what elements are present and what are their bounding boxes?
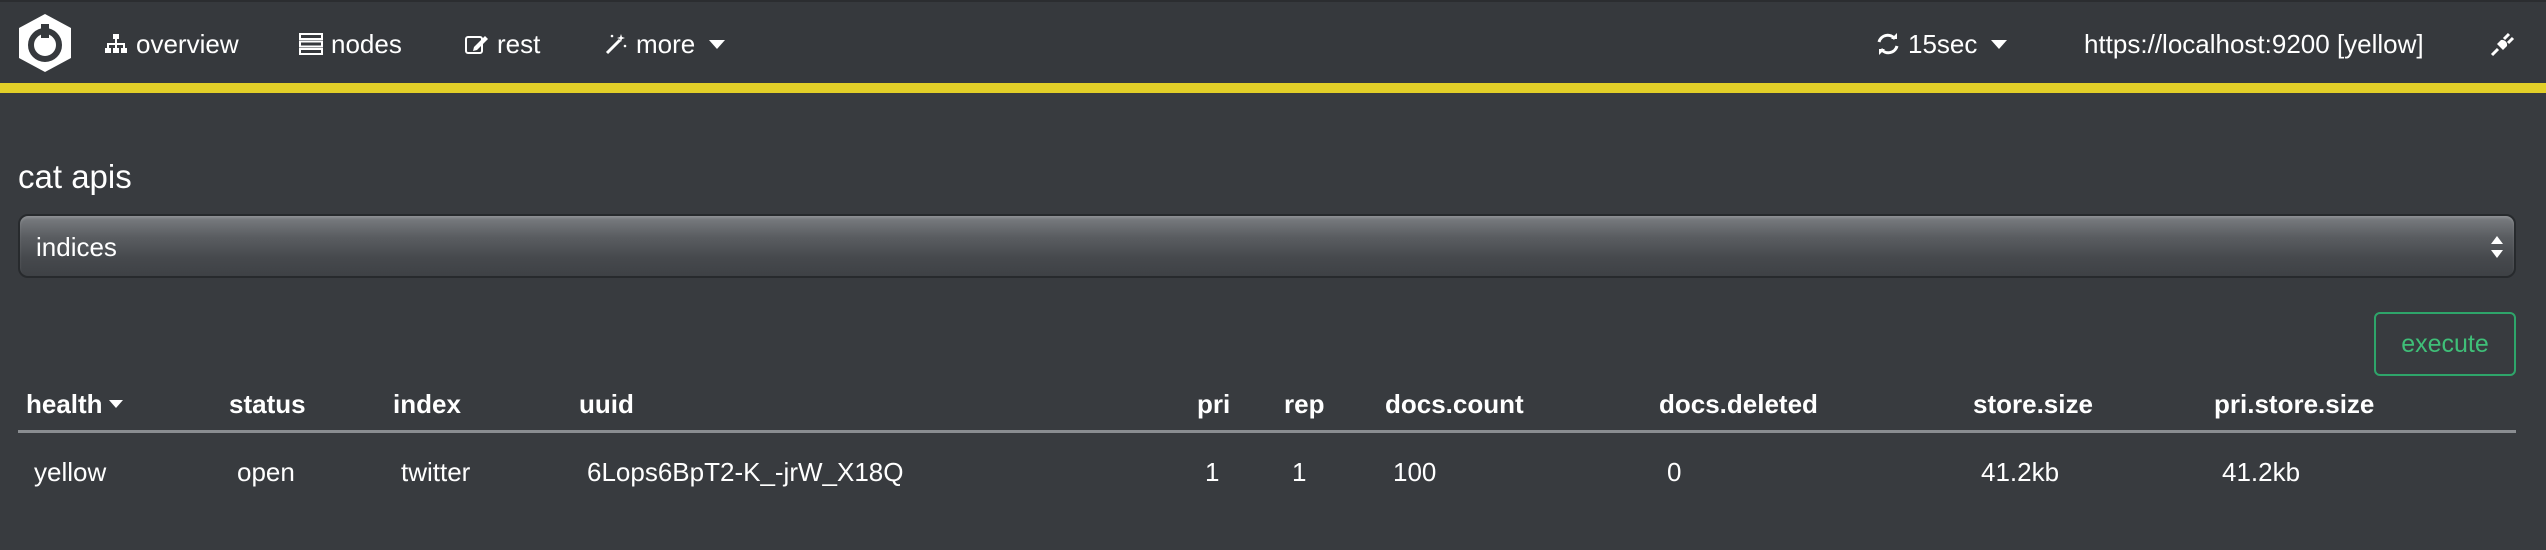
cell-rep: 1	[1292, 457, 1307, 487]
column-header-status[interactable]: status	[229, 389, 306, 420]
refresh-icon	[1877, 33, 1899, 55]
column-header-rep[interactable]: rep	[1284, 389, 1324, 420]
nav-overview[interactable]: overview	[104, 26, 239, 62]
top-navbar: overview nodes rest more 15sec https://l…	[0, 0, 2546, 83]
nav-rest-label: rest	[497, 28, 541, 59]
column-header-docs-deleted[interactable]: docs.deleted	[1659, 389, 1818, 420]
sitemap-icon	[105, 34, 127, 53]
cell-docs-deleted: 0	[1667, 457, 1682, 487]
cerebro-logo-icon[interactable]	[14, 12, 76, 74]
cat-api-select[interactable]: indices	[18, 214, 2516, 278]
cell-uuid: 6Lops6BpT2-K_-jrW_X18Q	[587, 457, 904, 487]
page-title: cat apis	[18, 158, 132, 195]
column-header-pri-store-size[interactable]: pri.store.size	[2214, 389, 2374, 420]
cell-store-size: 41.2kb	[1981, 457, 2060, 487]
chevron-down-icon	[1991, 39, 2008, 49]
magic-wand-icon	[605, 34, 627, 55]
column-header-health[interactable]: health	[26, 389, 123, 420]
cat-api-select-value: indices	[36, 232, 117, 262]
execute-button[interactable]: execute	[2374, 312, 2516, 376]
edit-icon	[465, 36, 488, 54]
nav-more-dropdown[interactable]: more	[604, 26, 726, 62]
connection-status: https://localhost:9200 [yellow]	[2084, 26, 2424, 62]
connection-url: https://localhost:9200 [yellow]	[2084, 28, 2424, 59]
nav-more-label: more	[636, 28, 696, 59]
plug-icon	[2490, 32, 2515, 57]
cell-status: open	[237, 457, 295, 487]
table-header-divider	[18, 430, 2516, 433]
sort-desc-icon	[108, 400, 123, 409]
cluster-health-bar	[0, 83, 2546, 93]
cell-docs-count: 100	[1393, 457, 1437, 487]
column-header-pri[interactable]: pri	[1197, 389, 1230, 420]
column-header-index[interactable]: index	[393, 389, 461, 420]
nav-overview-label: overview	[136, 28, 239, 59]
server-icon	[299, 33, 323, 55]
cell-pri: 1	[1205, 457, 1220, 487]
cell-index[interactable]: twitter	[401, 457, 470, 488]
refresh-interval-dropdown[interactable]: 15sec	[1876, 26, 2008, 62]
nav-nodes-label: nodes	[331, 28, 402, 59]
cell-pri-store-size: 41.2kb	[2222, 457, 2301, 487]
nav-rest[interactable]: rest	[465, 26, 540, 62]
chevron-down-icon	[709, 39, 726, 49]
cell-health: yellow	[34, 457, 107, 487]
column-header-store-size[interactable]: store.size	[1973, 389, 2093, 420]
refresh-interval-label: 15sec	[1908, 28, 1978, 59]
select-arrows-icon	[2491, 236, 2503, 258]
nav-nodes[interactable]: nodes	[299, 26, 402, 62]
disconnect-button[interactable]	[2490, 26, 2516, 62]
column-header-docs-count[interactable]: docs.count	[1385, 389, 1524, 420]
column-header-uuid[interactable]: uuid	[579, 389, 634, 420]
